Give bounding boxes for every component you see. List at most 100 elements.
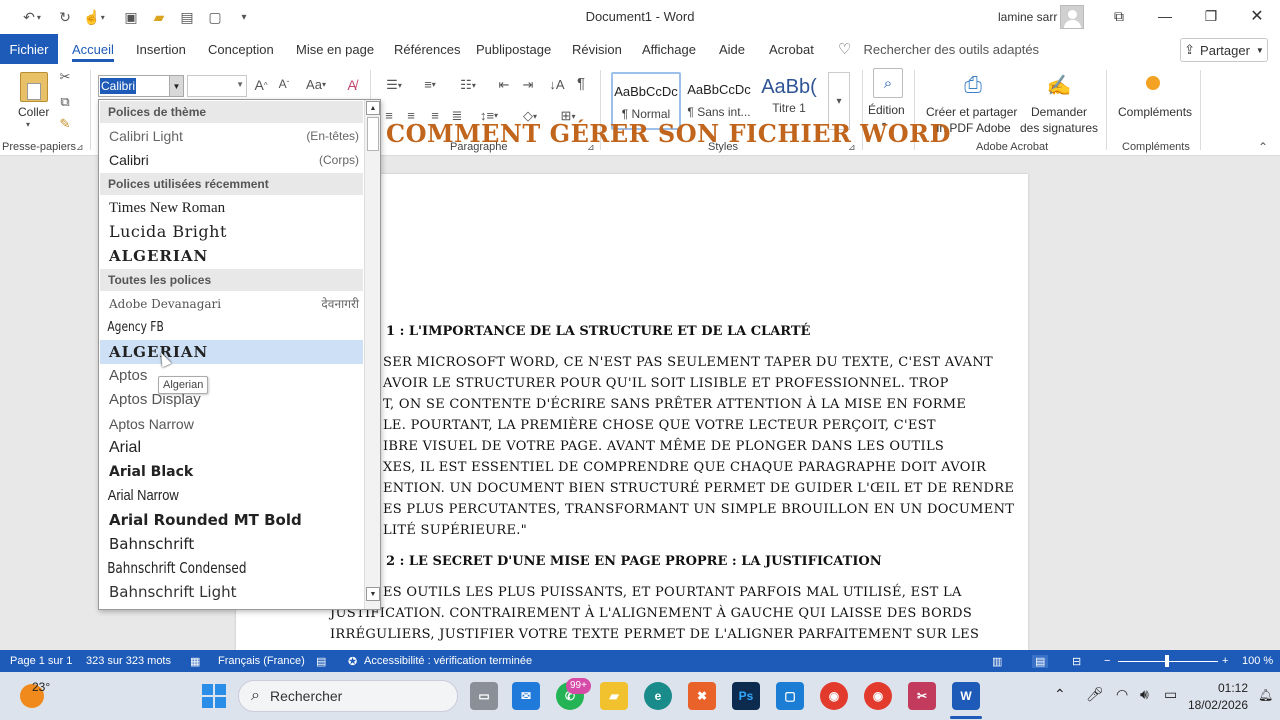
- user-name[interactable]: lamine sarr: [998, 10, 1057, 24]
- chrome-icon[interactable]: ◉: [820, 682, 848, 710]
- request-signatures-icon[interactable]: ✍: [1042, 70, 1076, 100]
- collapse-ribbon-icon[interactable]: ⌃: [1258, 140, 1268, 154]
- share-button[interactable]: ⇪ Partager ▼: [1180, 38, 1268, 62]
- chrome-profile-icon[interactable]: ◉: [864, 682, 892, 710]
- paste-label[interactable]: Coller: [18, 104, 49, 120]
- close-button[interactable]: ✕: [1234, 0, 1280, 32]
- numbering-icon[interactable]: ≡ ▾: [416, 77, 444, 92]
- font-item-arial-rounded[interactable]: Arial Rounded MT Bold: [100, 508, 363, 532]
- tab-design[interactable]: Conception: [208, 34, 274, 64]
- undo-icon[interactable]: ↶ ▾: [18, 7, 46, 27]
- volume-icon[interactable]: 🔊︎: [1140, 686, 1149, 703]
- zoom-in-icon[interactable]: +: [1222, 655, 1228, 667]
- language-status[interactable]: Français (France): [218, 655, 305, 667]
- task-view-icon[interactable]: ▭: [470, 682, 498, 710]
- cut-icon[interactable]: ✂: [57, 69, 73, 85]
- zoom-level[interactable]: 100 %: [1242, 655, 1273, 667]
- font-item-algerian[interactable]: ALGERIAN: [100, 340, 363, 364]
- para2-line[interactable]: IRRÉGULIERS, JUSTIFIER VOTRE TEXTE PERME…: [330, 627, 979, 642]
- search-icon[interactable]: ⌕: [873, 68, 903, 98]
- snipping-tool-icon[interactable]: ✂: [908, 682, 936, 710]
- microphone-icon[interactable]: 🎤︎: [1086, 686, 1104, 703]
- scroll-thumb[interactable]: [367, 117, 379, 151]
- font-item-bahnschrift-condensed[interactable]: Bahnschrift Condensed: [100, 556, 310, 580]
- word-icon[interactable]: W: [952, 682, 980, 710]
- para2-line[interactable]: ES OUTILS LES PLUS PUISSANTS, ET POURTAN…: [383, 585, 962, 600]
- battery-icon[interactable]: ▭: [1164, 686, 1177, 703]
- tab-view[interactable]: Affichage: [642, 34, 696, 64]
- open-folder-icon[interactable]: ▰: [148, 7, 170, 27]
- file-explorer-icon[interactable]: ▰: [600, 682, 628, 710]
- wifi-icon[interactable]: ◠: [1116, 686, 1128, 703]
- font-item-arial-black[interactable]: Arial Black: [100, 460, 363, 484]
- word-count[interactable]: 323 sur 323 mots: [86, 655, 171, 667]
- request-signatures-button[interactable]: Demander des signatures: [1020, 104, 1098, 136]
- font-item-adobe-devanagari[interactable]: Adobe Devanagari देवनागरी: [100, 292, 363, 316]
- taskbar-search[interactable]: ⌕ Rechercher: [238, 680, 458, 712]
- show-hidden-icons-icon[interactable]: ⌃: [1054, 686, 1066, 703]
- copy-icon[interactable]: ⧉: [57, 94, 73, 110]
- document-heading-1[interactable]: 1 : L'IMPORTANCE DE LA STRUCTURE ET DE L…: [386, 324, 810, 339]
- font-item-agency-fb[interactable]: Agency FB: [100, 316, 316, 340]
- font-size-combobox[interactable]: ▼: [187, 75, 247, 97]
- para1-line[interactable]: LE. POURTANT, LA PREMIÈRE CHOSE QUE VOTR…: [383, 418, 936, 433]
- show-marks-icon[interactable]: ¶: [572, 75, 590, 92]
- scroll-up-icon[interactable]: ▲: [366, 101, 380, 115]
- clear-formatting-icon[interactable]: A̸: [342, 77, 362, 93]
- tab-insert[interactable]: Insertion: [136, 34, 186, 64]
- notifications-icon[interactable]: 🔔︎: [1258, 688, 1273, 702]
- tab-review[interactable]: Révision: [572, 34, 622, 64]
- accessibility-status[interactable]: Accessibilité : vérification terminée: [364, 655, 532, 667]
- web-layout-icon[interactable]: ⊟: [1072, 655, 1081, 668]
- proofing-icon[interactable]: ▦: [190, 655, 200, 668]
- font-item-bahnschrift[interactable]: Bahnschrift: [100, 532, 363, 556]
- text-predictions-icon[interactable]: ▤: [316, 655, 326, 668]
- para1-line[interactable]: ES PLUS PERCUTANTES, TRANSFORMANT UN SIM…: [383, 502, 1014, 517]
- weather-temp[interactable]: 23°: [32, 680, 50, 694]
- change-case-icon[interactable]: Aa ▾: [302, 77, 330, 92]
- touch-mode-icon[interactable]: ☝ ▾: [82, 7, 106, 27]
- paste-options-icon[interactable]: ▾: [26, 120, 30, 129]
- font-item-aptos-narrow[interactable]: Aptos Narrow: [100, 412, 363, 436]
- decrease-indent-icon[interactable]: ⇤: [494, 77, 514, 93]
- document-title-text[interactable]: COMMENT GÉRER SON FICHIER WORD: [386, 119, 951, 148]
- xampp-icon[interactable]: ✖: [688, 682, 716, 710]
- increase-indent-icon[interactable]: ⇥: [518, 77, 538, 93]
- redo-icon[interactable]: ↻: [54, 7, 76, 27]
- para1-line[interactable]: T, ON SE CONTENTE D'ÉCRIRE SANS PRÊTER A…: [383, 397, 966, 412]
- accessibility-icon[interactable]: ✪: [348, 655, 357, 668]
- font-dropdown-arrow-icon[interactable]: ▼: [169, 76, 183, 96]
- clock-time[interactable]: 01:12: [1198, 681, 1248, 695]
- font-item-arial-narrow[interactable]: Arial Narrow: [100, 484, 326, 508]
- font-size-arrow-icon[interactable]: ▼: [236, 80, 244, 89]
- read-mode-icon[interactable]: ▥: [992, 655, 1002, 668]
- font-name-combobox[interactable]: Calibri ▼: [98, 75, 184, 97]
- paste-icon[interactable]: [20, 72, 48, 102]
- tab-layout[interactable]: Mise en page: [296, 34, 374, 64]
- avatar[interactable]: [1060, 5, 1084, 29]
- minimize-button[interactable]: —: [1142, 0, 1188, 32]
- page-count[interactable]: Page 1 sur 1: [10, 655, 72, 667]
- font-dropdown[interactable]: Polices de thème Calibri Light (En-têtes…: [98, 99, 381, 610]
- para1-line[interactable]: ENTION. UN DOCUMENT BIEN STRUCTURÉ PERME…: [383, 481, 1014, 496]
- format-painter-icon[interactable]: ✎: [57, 116, 73, 132]
- mail-icon[interactable]: ✉: [512, 682, 540, 710]
- tab-help[interactable]: Aide: [719, 34, 745, 64]
- para2-line[interactable]: JUSTIFICATION. CONTRAIREMENT À L'ALIGNEM…: [330, 606, 972, 621]
- font-item-aptos[interactable]: Aptos: [100, 364, 363, 388]
- create-pdf-icon[interactable]: ⎙: [960, 70, 986, 100]
- blank-page-icon[interactable]: ▢: [204, 7, 226, 27]
- para1-line[interactable]: LITÉ SUPÉRIEURE.": [383, 523, 527, 538]
- addins-icon[interactable]: [1146, 76, 1160, 90]
- clipboard-launcher-icon[interactable]: ⊿: [76, 142, 84, 153]
- tab-home[interactable]: Accueil: [72, 34, 114, 64]
- sort-icon[interactable]: ↓A: [546, 77, 568, 92]
- font-item-times-new-roman[interactable]: Times New Roman: [100, 196, 363, 220]
- para1-line[interactable]: SER MICROSOFT WORD, CE N'EST PAS SEULEME…: [383, 355, 993, 370]
- tab-mailings[interactable]: Publipostage: [476, 34, 551, 64]
- start-icon[interactable]: [202, 684, 226, 708]
- para1-line[interactable]: IBRE VISUEL DE VOTRE PAGE. AVANT MÊME DE…: [383, 439, 944, 454]
- store-icon[interactable]: ▢: [776, 682, 804, 710]
- font-item-aptos-display[interactable]: Aptos Display: [100, 388, 363, 412]
- document-heading-2[interactable]: 2 : LE SECRET D'UNE MISE EN PAGE PROPRE …: [386, 554, 882, 569]
